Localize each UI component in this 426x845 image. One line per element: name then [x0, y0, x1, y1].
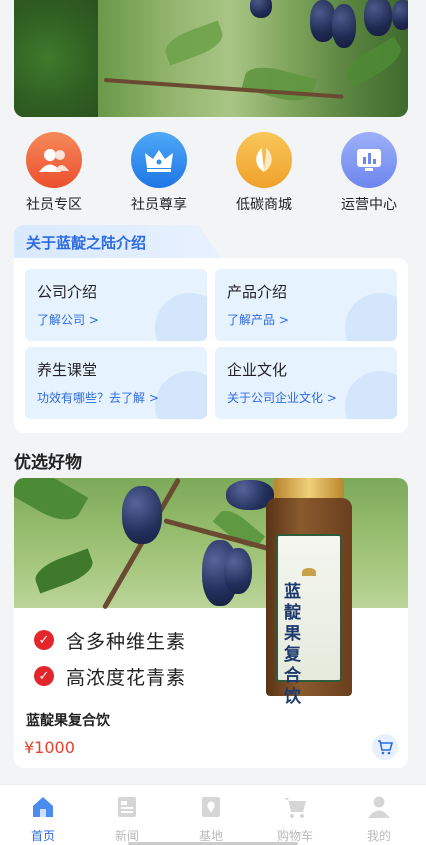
bottle-cap [274, 478, 344, 500]
product-bottle: 蓝靛果复合饮 [262, 478, 356, 707]
banner-berry [250, 0, 272, 18]
leaf-icon [236, 132, 292, 188]
quick-link-operations[interactable]: 运营中心 [329, 128, 409, 214]
tab-news[interactable]: 新闻 [92, 795, 162, 844]
card-decoration [155, 293, 207, 341]
intro-section: 关于蓝靛之陆介绍 公司介绍 了解公司 > 产品介绍 了解产品 > 养生课堂 功效… [14, 225, 408, 433]
quick-link-label: 低碳商城 [236, 197, 292, 213]
tab-home[interactable]: 首页 [8, 795, 78, 844]
banner-leaf [161, 20, 227, 66]
section-title: 优选好物 [14, 453, 82, 473]
card-link[interactable]: 了解产品 > [227, 311, 289, 328]
product-card[interactable]: 蓝靛果复合饮 ✓ 含多种维生素 ✓ 高浓度花青素 蓝靛果复合饮 ¥1000 [14, 478, 408, 768]
card-link[interactable]: 功效有哪些？去了解 > [37, 389, 159, 406]
user-icon [367, 795, 391, 819]
product-leaf [31, 548, 97, 594]
tab-label: 我的 [366, 829, 391, 843]
brand-logo-icon [302, 568, 316, 576]
card-title: 养生课堂 [37, 361, 98, 379]
product-berry [122, 486, 162, 544]
feature-text: 高浓度花青素 [66, 666, 187, 689]
banner-berry [332, 4, 356, 48]
intro-body: 公司介绍 了解公司 > 产品介绍 了解产品 > 养生课堂 功效有哪些？去了解 >… [14, 258, 408, 433]
intro-card-product[interactable]: 产品介绍 了解产品 > [215, 269, 397, 341]
feature-item: ✓ 含多种维生素 [34, 628, 187, 653]
banner-berry [364, 0, 392, 36]
product-berry [224, 548, 252, 594]
intro-title: 关于蓝靛之陆介绍 [26, 234, 147, 252]
card-decoration [345, 371, 397, 419]
product-leaf [14, 478, 89, 530]
feature-item: ✓ 高浓度花青素 [34, 664, 187, 689]
product-price: ¥1000 [24, 738, 75, 757]
banner-leaf [241, 61, 317, 107]
quick-link-members[interactable]: 社员专区 [14, 128, 94, 214]
intro-card-culture[interactable]: 企业文化 关于公司企业文化 > [215, 347, 397, 419]
chart-icon [341, 132, 397, 188]
banner-bush-image [14, 0, 98, 117]
card-decoration [155, 371, 207, 419]
tab-profile[interactable]: 我的 [344, 795, 414, 844]
card-link[interactable]: 了解公司 > [37, 311, 99, 328]
tab-cart[interactable]: 购物车 [260, 795, 330, 844]
quick-link-label: 社员专区 [26, 197, 82, 213]
home-icon [31, 795, 55, 819]
quick-links: 社员专区 社员尊享 低碳商城 运营中心 [0, 128, 426, 214]
quick-link-mall[interactable]: 低碳商城 [224, 128, 304, 214]
quick-link-label: 运营中心 [341, 197, 397, 213]
base-icon [199, 795, 223, 819]
banner-berry [392, 0, 408, 30]
banner-leaf [342, 36, 406, 88]
quick-link-exclusive[interactable]: 社员尊享 [119, 128, 199, 214]
bottle-label-text: 蓝靛果复合饮 [284, 582, 301, 707]
cart-icon [283, 795, 307, 819]
add-to-cart-button[interactable] [372, 734, 398, 760]
tab-label: 首页 [30, 829, 55, 843]
tab-base[interactable]: 基地 [176, 795, 246, 844]
card-title: 产品介绍 [227, 283, 288, 301]
card-title: 企业文化 [227, 361, 288, 379]
crown-icon [131, 132, 187, 188]
news-icon [115, 795, 139, 819]
check-icon: ✓ [34, 666, 54, 686]
quick-link-label: 社员尊享 [131, 197, 187, 213]
check-icon: ✓ [34, 630, 54, 650]
feature-text: 含多种维生素 [66, 630, 187, 653]
card-link[interactable]: 关于公司企业文化 > [227, 389, 337, 406]
card-title: 公司介绍 [37, 283, 98, 301]
bottom-tab-bar: 首页 新闻 基地 购物车 我的 [0, 784, 426, 845]
top-banner[interactable] [14, 0, 408, 117]
product-name: 蓝靛果复合饮 [26, 713, 110, 729]
cart-icon [378, 740, 393, 755]
intro-card-health[interactable]: 养生课堂 功效有哪些？去了解 > [25, 347, 207, 419]
intro-card-company[interactable]: 公司介绍 了解公司 > [25, 269, 207, 341]
members-icon [26, 132, 82, 188]
card-decoration [345, 293, 397, 341]
